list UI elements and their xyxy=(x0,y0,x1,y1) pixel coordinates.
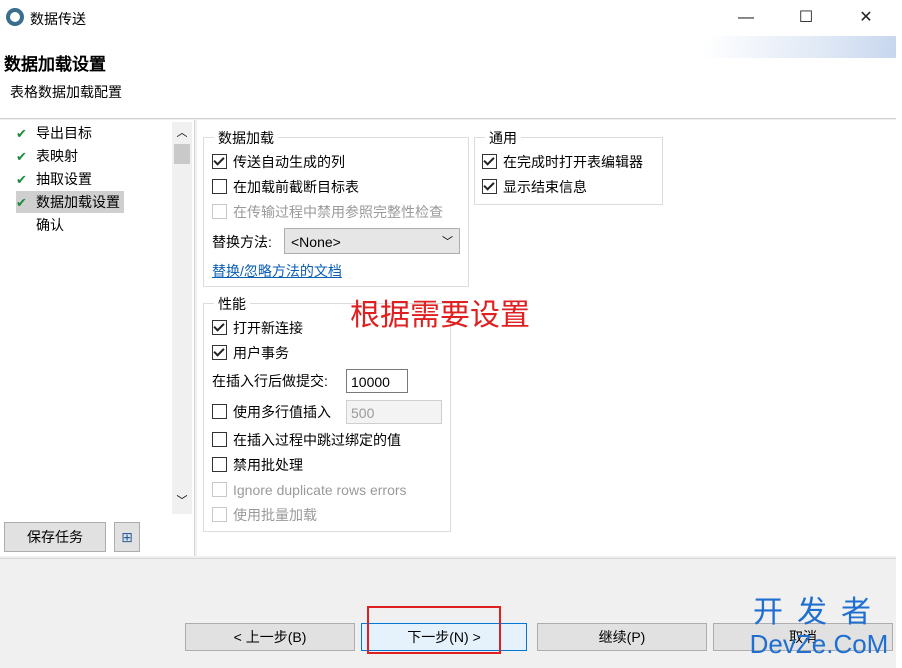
chevron-down-icon: ﹀ xyxy=(442,236,453,248)
step-extract-settings[interactable]: ✔ 抽取设置 xyxy=(16,168,96,190)
minimize-button[interactable]: — xyxy=(726,4,766,32)
scroll-down-icon[interactable]: ﹀ xyxy=(172,492,192,508)
checkbox[interactable] xyxy=(482,179,497,194)
page-subtitle: 表格数据加载配置 xyxy=(10,84,122,100)
checkbox-label: 在完成时打开表编辑器 xyxy=(503,154,643,170)
multi-row-count-input: 500 xyxy=(346,400,442,424)
step-data-load-settings[interactable]: ✔ 数据加载设置 xyxy=(16,191,124,213)
wizard-steps-panel: ✔ 导出目标 ✔ 表映射 ✔ 抽取设置 ✔ 数据加载设置 确认 xyxy=(0,120,195,556)
scroll-thumb[interactable] xyxy=(174,144,190,164)
wizard-header: 数据加载设置 表格数据加载配置 xyxy=(0,36,896,119)
checkbox xyxy=(212,507,227,522)
continue-button[interactable]: 继续(P) xyxy=(537,623,707,651)
watermark-line1: 开发者 xyxy=(753,596,885,629)
open-table-editor-checkbox[interactable]: 在完成时打开表编辑器 xyxy=(482,152,643,172)
close-button[interactable]: ✕ xyxy=(846,4,886,32)
multi-row-insert-checkbox[interactable]: 使用多行值插入 xyxy=(212,402,331,422)
step-export-target[interactable]: ✔ 导出目标 xyxy=(16,122,96,144)
group-title: 数据加载 xyxy=(214,128,278,148)
watermark-line2: DevZe.CoM xyxy=(749,629,889,659)
replace-method-label: 替换方法: xyxy=(212,234,272,250)
checkbox xyxy=(212,204,227,219)
page-title: 数据加载设置 xyxy=(4,55,106,74)
header-decoration xyxy=(656,36,896,58)
check-icon: ✔ xyxy=(16,149,27,164)
checkbox-label: 显示结束信息 xyxy=(503,179,587,195)
replace-doc-link-row: 替换/忽略方法的文档 xyxy=(212,261,342,281)
checkbox-label: 使用批量加载 xyxy=(233,507,317,523)
checkbox[interactable] xyxy=(212,320,227,335)
data-load-group: 数据加载 传送自动生成的列 在加载前截断目标表 在传输过程中禁用参照完整性检查 … xyxy=(203,128,469,287)
save-task-button[interactable]: 保存任务 xyxy=(4,522,106,552)
select-value: <None> xyxy=(291,234,341,250)
step-confirm[interactable]: 确认 xyxy=(16,214,68,236)
checkbox-label: 在加载前截断目标表 xyxy=(233,179,359,195)
step-label: 表映射 xyxy=(36,148,78,164)
window-edge xyxy=(896,36,902,668)
ignore-duplicate-rows-checkbox: Ignore duplicate rows errors xyxy=(212,480,407,500)
step-label: 导出目标 xyxy=(36,125,92,141)
disable-referential-integrity-checkbox: 在传输过程中禁用参照完整性检查 xyxy=(212,202,443,222)
transfer-generated-columns-checkbox[interactable]: 传送自动生成的列 xyxy=(212,152,345,172)
step-label: 数据加载设置 xyxy=(36,194,120,210)
checkbox[interactable] xyxy=(212,179,227,194)
check-icon: ✔ xyxy=(16,195,27,210)
annotation-note: 根据需要设置 xyxy=(350,299,530,332)
commit-after-rows-input[interactable]: 10000 xyxy=(346,369,408,393)
checkbox[interactable] xyxy=(212,457,227,472)
open-new-connection-checkbox[interactable]: 打开新连接 xyxy=(212,318,303,338)
back-button[interactable]: < 上一步(B) xyxy=(185,623,355,651)
checkbox-label: 在插入过程中跳过绑定的值 xyxy=(233,432,401,448)
checkbox[interactable] xyxy=(482,154,497,169)
step-label: 确认 xyxy=(36,217,64,233)
checkbox-label: Ignore duplicate rows errors xyxy=(233,482,407,498)
highlight-box xyxy=(367,606,501,654)
replace-doc-link[interactable]: 替换/忽略方法的文档 xyxy=(212,263,342,279)
checkbox[interactable] xyxy=(212,345,227,360)
tree-view-button[interactable]: ⊞ xyxy=(114,522,140,552)
replace-method-select[interactable]: <None> ﹀ xyxy=(284,228,460,254)
check-icon: ✔ xyxy=(16,126,27,141)
commit-after-rows-label: 在插入行后做提交: xyxy=(212,373,328,389)
footer-separator xyxy=(0,558,896,559)
app-icon xyxy=(6,8,24,26)
user-transaction-checkbox[interactable]: 用户事务 xyxy=(212,343,289,363)
disable-batch-checkbox[interactable]: 禁用批处理 xyxy=(212,455,303,475)
checkbox[interactable] xyxy=(212,404,227,419)
nav-scrollbar[interactable]: ︿ ﹀ xyxy=(172,122,192,514)
maximize-button[interactable]: ☐ xyxy=(786,4,826,32)
group-title: 通用 xyxy=(485,128,521,148)
checkbox-label: 打开新连接 xyxy=(233,320,303,336)
bulk-load-checkbox: 使用批量加载 xyxy=(212,505,317,525)
check-icon: ✔ xyxy=(16,172,27,187)
step-table-mapping[interactable]: ✔ 表映射 xyxy=(16,145,82,167)
checkbox[interactable] xyxy=(212,154,227,169)
settings-panel: 数据加载 传送自动生成的列 在加载前截断目标表 在传输过程中禁用参照完整性检查 … xyxy=(197,120,896,556)
checkbox-label: 使用多行值插入 xyxy=(233,404,331,420)
performance-group: 性能 打开新连接 用户事务 在插入行后做提交: 10000 使用多行值插入 50… xyxy=(203,294,451,532)
general-group: 通用 在完成时打开表编辑器 显示结束信息 xyxy=(474,128,663,205)
scroll-up-icon[interactable]: ︿ xyxy=(172,124,192,140)
checkbox-label: 传送自动生成的列 xyxy=(233,154,345,170)
title-bar: 数据传送 — ☐ ✕ xyxy=(0,0,902,36)
checkbox-label: 用户事务 xyxy=(233,345,289,361)
tree-icon: ⊞ xyxy=(121,529,133,545)
step-label: 抽取设置 xyxy=(36,171,92,187)
watermark-logo: 开发者 DevZe.CoM xyxy=(744,596,894,664)
show-finish-message-checkbox[interactable]: 显示结束信息 xyxy=(482,177,587,197)
group-title: 性能 xyxy=(214,294,250,314)
checkbox[interactable] xyxy=(212,432,227,447)
skip-bound-values-checkbox[interactable]: 在插入过程中跳过绑定的值 xyxy=(212,430,401,450)
truncate-target-checkbox[interactable]: 在加载前截断目标表 xyxy=(212,177,359,197)
checkbox-label: 在传输过程中禁用参照完整性检查 xyxy=(233,204,443,220)
window-title: 数据传送 xyxy=(30,11,86,27)
checkbox xyxy=(212,482,227,497)
checkbox-label: 禁用批处理 xyxy=(233,457,303,473)
